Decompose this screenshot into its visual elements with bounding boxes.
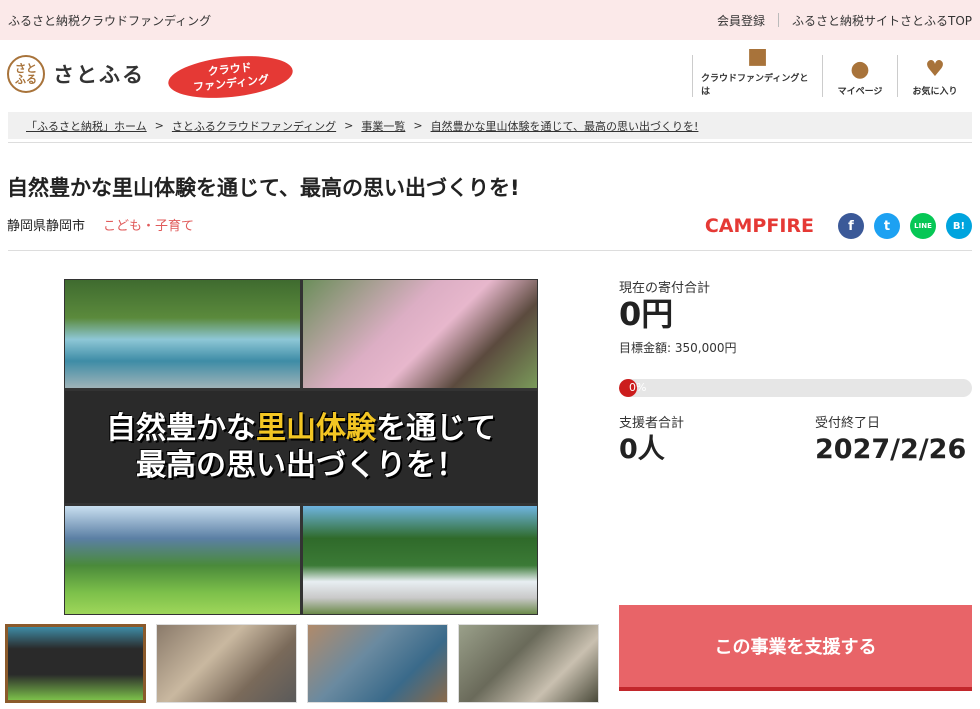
nav-mypage[interactable]: ● マイページ (822, 55, 897, 97)
breadcrumb-crowdfunding[interactable]: さとふるクラウドファンディング (172, 118, 336, 134)
nav-mypage-label: マイページ (837, 87, 883, 97)
line-icon[interactable]: LINE (910, 213, 936, 239)
deadline-block: 受付終了日 2027/2/26 (815, 412, 972, 465)
school-photo (303, 506, 537, 614)
share-bar: CAMPFIRE f t LINE B! (705, 213, 972, 239)
crowdfunding-badge: クラウド ファンディング (166, 50, 295, 104)
thumbnail-2[interactable] (156, 624, 297, 703)
divider (8, 142, 972, 143)
twitter-icon[interactable]: t (874, 213, 900, 239)
breadcrumb-home[interactable]: 「ふるさと納税」ホーム (26, 118, 147, 134)
page-title: 自然豊かな里山体験を通じて、最高の思い出づくりを! (7, 176, 520, 200)
thumbnail-3[interactable] (307, 624, 448, 703)
user-icon: ● (850, 57, 870, 82)
thumbnail-strip (5, 624, 609, 703)
tea-field-photo (65, 506, 300, 614)
campfire-logo: CAMPFIRE (704, 215, 814, 237)
deadline-label: 受付終了日 (815, 416, 881, 431)
goal-amount: 目標金額: 350,000円 (619, 340, 737, 355)
divider (777, 13, 779, 27)
project-meta: 静岡県静岡市 こども・子育て (7, 215, 194, 234)
supporters-value: 0人 (619, 434, 665, 465)
current-total-value: 0円 (619, 295, 674, 333)
category-tag[interactable]: こども・子育て (103, 215, 194, 234)
nav-favorites[interactable]: ♥ お気に入り (897, 55, 972, 97)
hatena-icon[interactable]: B! (946, 213, 972, 239)
funding-stats: 支援者合計 0人 受付終了日 2027/2/26 (619, 412, 972, 465)
breadcrumb-separator: > (154, 119, 164, 132)
register-link[interactable]: 会員登録 (717, 12, 765, 29)
header: さと ふる さとふる クラウド ファンディング ■ クラウドファンディングとは ●… (0, 40, 980, 110)
top-bar: ふるさと納税クラウドファンディング 会員登録 ふるさと納税サイトさとふるTOP (0, 0, 980, 40)
logo-mark-icon: さと ふる (7, 55, 45, 93)
deadline-value: 2027/2/26 (815, 434, 967, 465)
badge-line-2: ファンディング (192, 73, 270, 94)
logo-text: さとふる (53, 63, 145, 87)
site-label: ふるさと納税クラウドファンディング (8, 13, 212, 28)
breadcrumb: 「ふるさと納税」ホーム > さとふるクラウドファンディング > 事業一覧 > 自… (8, 112, 972, 139)
nav-about-label: クラウドファンディングとは (701, 74, 809, 97)
project-location: 静岡県静岡市 (7, 219, 86, 234)
satofull-top-link[interactable]: ふるさと納税サイトさとふるTOP (792, 12, 972, 29)
site-logo[interactable]: さと ふる さとふる (7, 55, 145, 93)
banner-line-2: 最高の思い出づくりを！ (136, 448, 466, 483)
breadcrumb-current[interactable]: 自然豊かな里山体験を通じて、最高の思い出づくりを! (431, 118, 699, 134)
supporters-block: 支援者合計 0人 (619, 412, 684, 465)
funding-panel: 現在の寄付合計 0円 目標金額: 350,000円 0% 支援者合計 0人 受付… (619, 277, 972, 465)
nav-favorites-label: お気に入り (912, 87, 958, 97)
river-photo (65, 280, 300, 388)
nav-about[interactable]: ■ クラウドファンディングとは (692, 46, 822, 97)
supporters-label: 支援者合計 (619, 416, 685, 431)
breadcrumb-separator: > (413, 119, 423, 132)
top-links: 会員登録 ふるさと納税サイトさとふるTOP (717, 12, 972, 29)
image-banner: 自然豊かな里山体験を通じて 最高の思い出づくりを！ (65, 391, 537, 503)
progress-bar: 0% (619, 379, 972, 397)
divider (8, 250, 972, 251)
progress-percent: 0% (629, 381, 647, 394)
thumbnail-1[interactable] (5, 624, 146, 703)
breadcrumb-separator: > (344, 119, 354, 132)
heart-icon: ♥ (925, 57, 945, 82)
header-nav: ■ クラウドファンディングとは ● マイページ ♥ お気に入り (692, 46, 972, 97)
facebook-icon[interactable]: f (838, 213, 864, 239)
thumbnail-4[interactable] (458, 624, 599, 703)
support-button[interactable]: この事業を支援する (619, 605, 972, 691)
main-project-image[interactable]: 自然豊かな里山体験を通じて 最高の思い出づくりを！ (64, 279, 538, 615)
banner-line-1: 自然豊かな里山体験を通じて (106, 410, 496, 446)
cherry-blossom-photo (303, 280, 537, 388)
breadcrumb-projects[interactable]: 事業一覧 (361, 118, 405, 134)
book-icon: ■ (747, 44, 768, 69)
current-total-label: 現在の寄付合計 (619, 281, 711, 296)
